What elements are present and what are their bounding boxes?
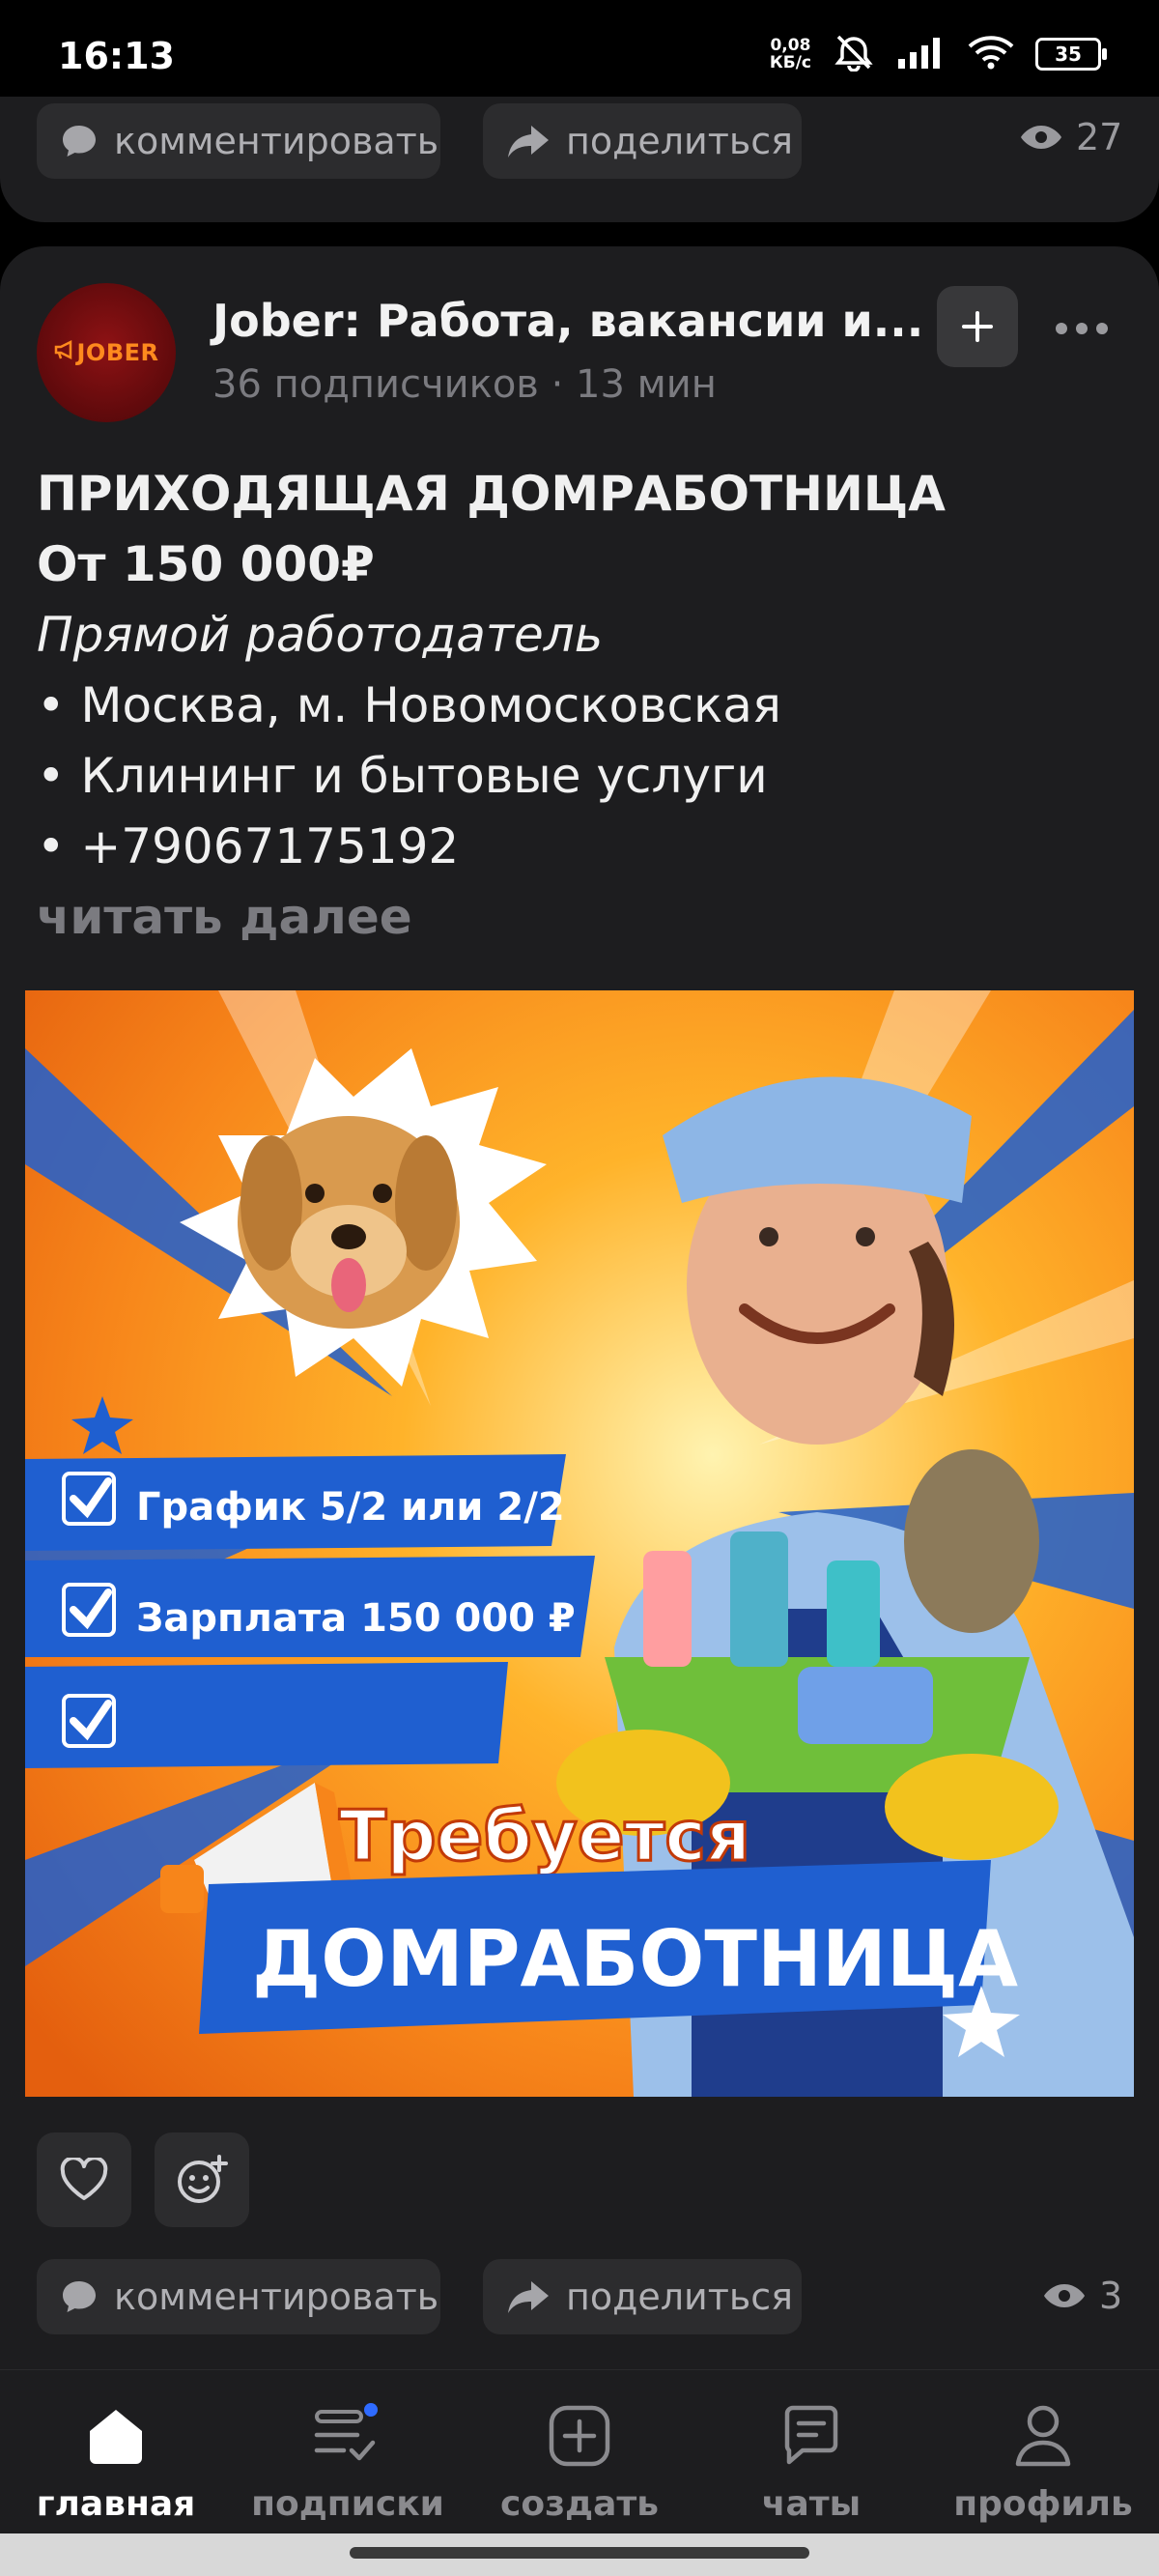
prev-view-count: 27 [1020, 116, 1122, 158]
network-speed: 0,08 КБ/с [769, 36, 811, 72]
profile-icon [927, 2397, 1159, 2475]
post-bullet-location: • Москва, м. Новомосковская [37, 677, 781, 733]
wifi-icon [968, 35, 1014, 73]
comment-button[interactable]: комментировать [37, 2259, 440, 2334]
post-title: ПРИХОДЯЩАЯ ДОМРАБОТНИЦА [37, 466, 946, 522]
home-indicator[interactable] [350, 2547, 809, 2559]
post-image[interactable]: График 5/2 или 2/2 Зарплата 150 000 ₽ Тр… [25, 990, 1134, 2097]
share-button[interactable]: поделиться [483, 2259, 802, 2334]
add-emoji-icon [178, 2155, 228, 2203]
eye-icon [1044, 2284, 1085, 2307]
image-headline-1: Требуется [339, 1795, 750, 1876]
prev-comment-button[interactable]: комментировать [37, 103, 440, 179]
plus-icon [962, 311, 993, 342]
nav-create[interactable]: создать [464, 2370, 695, 2534]
home-icon [0, 2397, 232, 2475]
share-icon [508, 2281, 549, 2313]
channel-avatar[interactable]: JOBER [37, 283, 176, 422]
prev-share-button[interactable]: поделиться [483, 103, 802, 179]
more-dots-icon [1056, 323, 1108, 334]
share-label: поделиться [566, 2275, 794, 2318]
prev-comment-label: комментировать [114, 120, 439, 162]
image-line-schedule: График 5/2 или 2/2 [136, 1485, 565, 1530]
more-options-button[interactable] [1053, 300, 1111, 358]
post-text: ПРИХОДЯЩАЯ ДОМРАБОТНИЦА От 150 000₽ Прям… [37, 459, 1118, 953]
notification-badge [364, 2403, 378, 2417]
comment-icon [63, 2281, 96, 2312]
post-illustration: График 5/2 или 2/2 Зарплата 150 000 ₽ Тр… [25, 990, 1134, 2097]
status-icons: 0,08 КБ/с 35 [769, 33, 1107, 75]
post-employer: Прямой работодатель [37, 607, 604, 663]
read-more-link[interactable]: читать далее [37, 882, 1118, 953]
post-bullet-phone[interactable]: • +79067175192 [37, 812, 1118, 882]
eye-icon [1021, 126, 1061, 149]
battery-indicator: 35 [1035, 38, 1107, 71]
image-line-salary: Зарплата 150 000 ₽ [136, 1596, 576, 1641]
create-icon [464, 2397, 695, 2475]
post-bullet-category: • Клининг и бытовые услуги [37, 748, 768, 804]
subscriptions-icon [232, 2397, 464, 2475]
nav-subscriptions[interactable]: подписки [232, 2370, 464, 2534]
like-button[interactable] [37, 2132, 131, 2227]
comment-label: комментировать [114, 2275, 439, 2318]
view-count: 3 [1043, 2275, 1122, 2317]
alarm-off-icon [833, 33, 875, 75]
heart-icon [60, 2158, 108, 2200]
prev-share-label: поделиться [566, 120, 794, 162]
nav-chats[interactable]: чаты [695, 2370, 927, 2534]
status-time: 16:13 [58, 35, 175, 77]
image-headline-2: ДОМРАБОТНИЦА [252, 1914, 1018, 2004]
comment-icon [63, 126, 96, 157]
add-reaction-button[interactable] [155, 2132, 249, 2227]
channel-name[interactable]: Jober: Работа, вакансии и... [212, 295, 923, 347]
megaphone-logo-icon [54, 339, 75, 366]
bottom-navigation: главная подписки создать чаты профиль [0, 2369, 1159, 2534]
signal-icon [896, 36, 947, 72]
nav-home[interactable]: главная [0, 2370, 232, 2534]
post-salary: От 150 000₽ [37, 536, 375, 592]
nav-profile[interactable]: профиль [927, 2370, 1159, 2534]
subscribe-button[interactable] [937, 286, 1018, 367]
channel-meta: 36 подписчиков · 13 мин [212, 362, 717, 407]
chats-icon [695, 2397, 927, 2475]
share-icon [508, 126, 549, 157]
